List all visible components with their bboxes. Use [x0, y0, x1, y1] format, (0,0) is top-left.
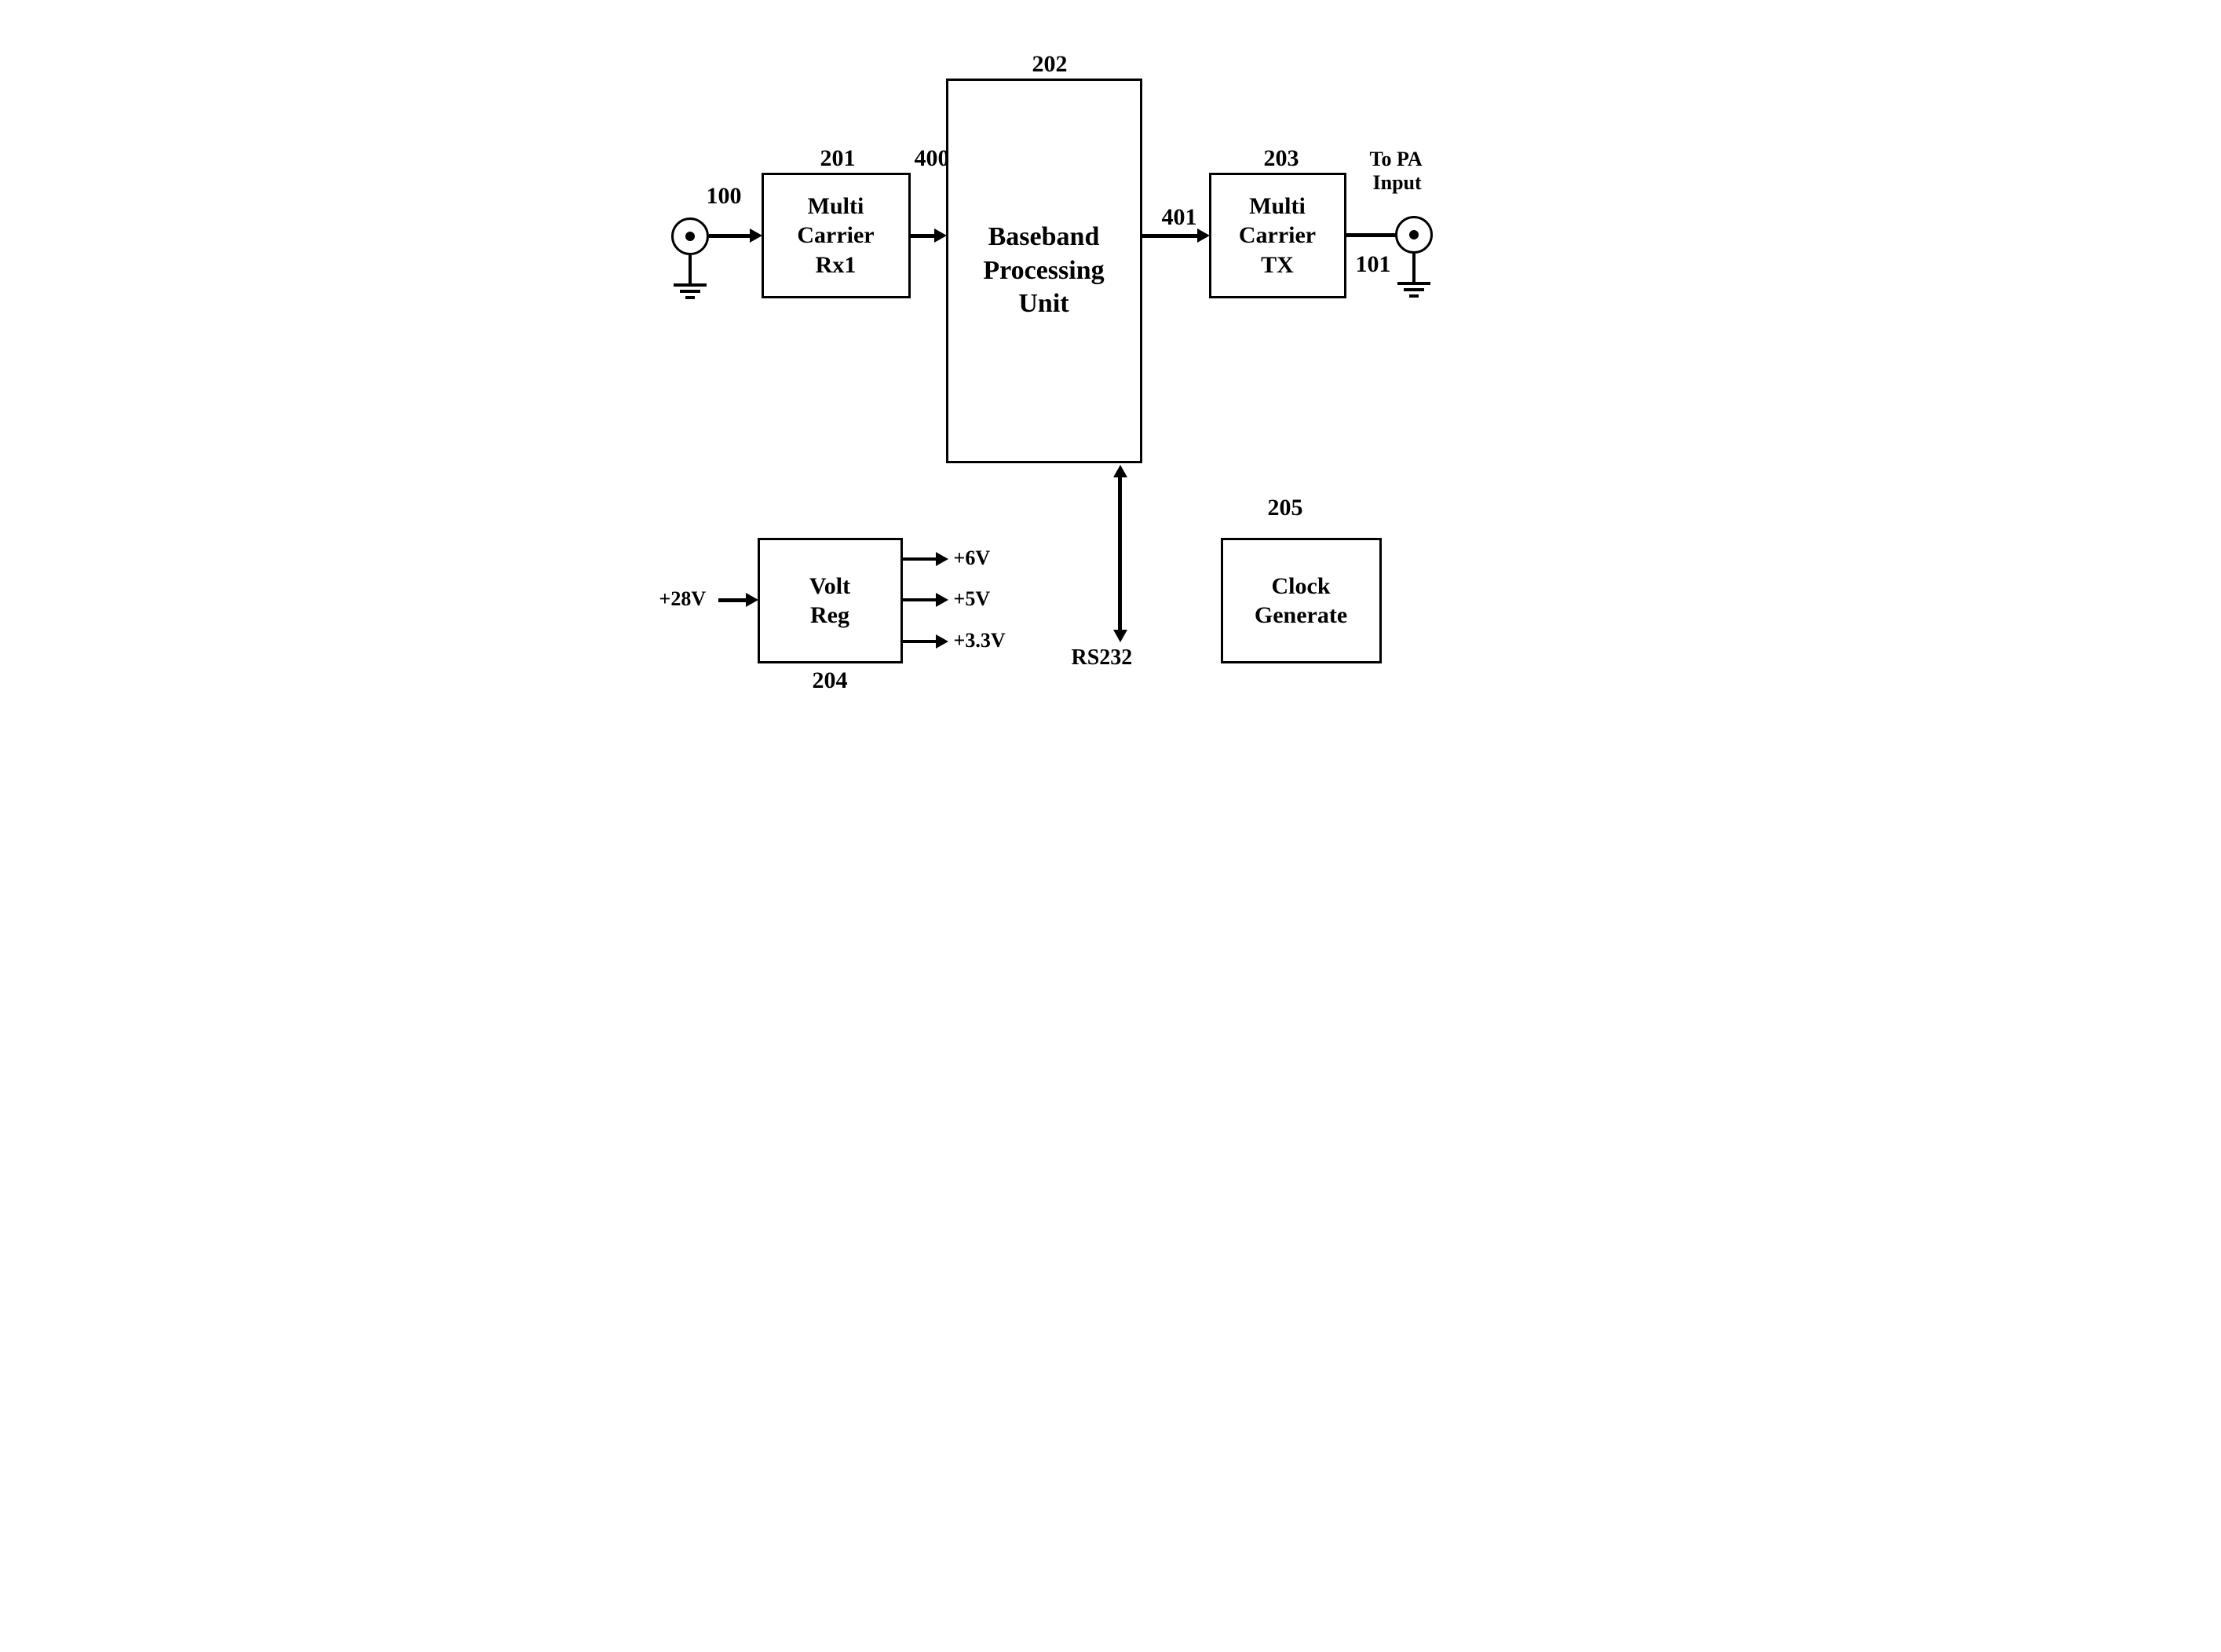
arrow-volt-6v [903, 557, 938, 561]
block-volt-reg: Volt Reg [758, 538, 903, 663]
arrow-rx1-to-bpu [911, 234, 937, 238]
arrow-head-bpu-to-tx [1197, 228, 1210, 243]
block-baseband-processing-unit: Baseband Processing Unit [946, 79, 1142, 463]
volt-out-3v3: +3.3V [954, 629, 1006, 652]
to-pa-label-1: To PA [1370, 148, 1423, 171]
arrow-head-rs232-up [1113, 465, 1127, 477]
block-bpu-text: Baseband Processing Unit [983, 221, 1104, 321]
arrow-28v-to-volt [718, 598, 748, 602]
ref-bpu: 202 [1032, 51, 1068, 78]
arrow-head-volt-5v [936, 593, 948, 607]
ref-rx-conn: 100 [707, 183, 742, 210]
arrow-head-volt-6v [936, 552, 948, 566]
block-multi-carrier-rx1: Multi Carrier Rx1 [762, 173, 911, 298]
connector-output-101 [1395, 216, 1433, 254]
arrow-head-100-to-rx1 [750, 228, 762, 243]
block-tx-text: Multi Carrier TX [1239, 192, 1316, 280]
arrow-head-rx1-to-bpu [934, 228, 947, 243]
ref-rx: 201 [820, 145, 856, 172]
ref-volt: 204 [813, 667, 848, 694]
to-pa-label-2: Input [1373, 171, 1422, 195]
block-multi-carrier-tx: Multi Carrier TX [1209, 173, 1346, 298]
volt-out-5v: +5V [954, 587, 991, 611]
ref-tx: 203 [1264, 145, 1299, 172]
ref-tx-conn: 101 [1356, 251, 1391, 278]
rs232-label: RS232 [1072, 645, 1133, 671]
volt-in-label: +28V [659, 587, 707, 611]
ref-bpu-in: 400 [915, 145, 950, 172]
arrow-bpu-to-tx [1142, 234, 1200, 238]
arrow-bpu-rs232 [1118, 475, 1122, 632]
ref-bpu-out: 401 [1162, 204, 1197, 231]
block-diagram: 202 201 400 100 203 401 101 205 204 To P… [640, 16, 1582, 722]
arrow-volt-3v3 [903, 640, 938, 643]
arrow-head-rs232-down [1113, 630, 1127, 642]
volt-out-6v: +6V [954, 546, 991, 570]
arrow-100-to-rx1 [709, 234, 752, 238]
line-tx-to-101 [1346, 233, 1397, 237]
connector-input-100 [671, 217, 709, 255]
block-clock-generate: Clock Generate [1221, 538, 1382, 663]
ref-clock: 205 [1268, 495, 1303, 521]
block-rx1-text: Multi Carrier Rx1 [797, 192, 874, 280]
block-clock-text: Clock Generate [1255, 572, 1347, 630]
arrow-head-volt-3v3 [936, 634, 948, 649]
arrow-head-28v-to-volt [746, 593, 758, 607]
arrow-volt-5v [903, 598, 938, 601]
block-volt-text: Volt Reg [809, 572, 850, 630]
